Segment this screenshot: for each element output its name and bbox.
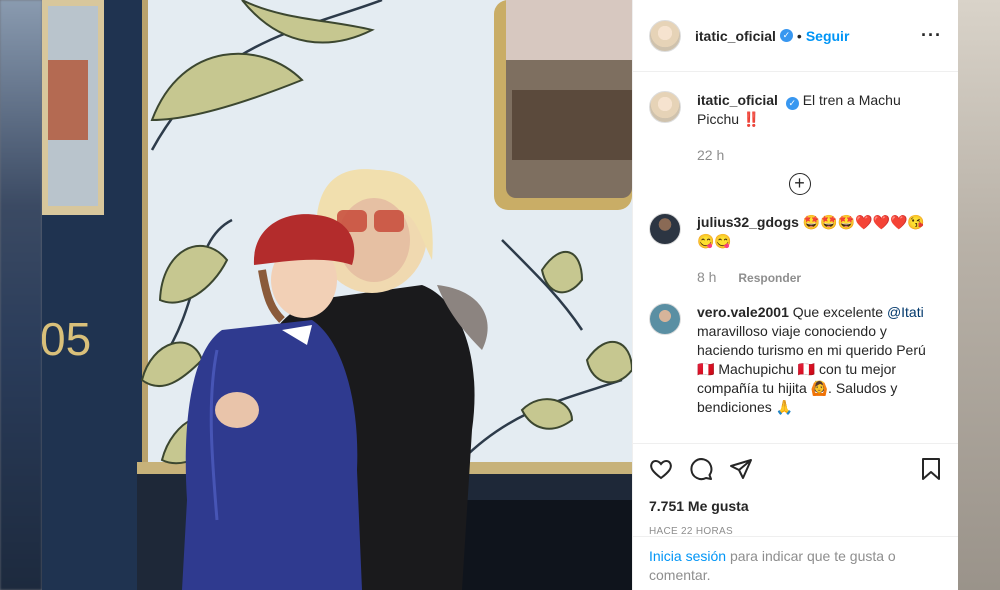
train-number: 05 — [42, 313, 91, 365]
backdrop-left — [0, 0, 42, 590]
comment-item: vero.vale2001 Que excelente @Itati marav… — [649, 303, 942, 417]
post-panel: itatic_oficial ✓ • Seguir ··· itatic_ofi… — [632, 0, 958, 590]
commenter-avatar[interactable] — [649, 303, 681, 335]
verified-badge-icon: ✓ — [779, 29, 793, 42]
caption-text-block: itatic_oficial ✓ El tren a Machu Picchu … — [697, 91, 942, 129]
post-header: itatic_oficial ✓ • Seguir ··· — [633, 0, 958, 72]
comment-item: julius32_gdogs 🤩🤩🤩❤️❤️❤️😘😋😋 8 h Responde… — [649, 213, 942, 285]
caption-author-avatar[interactable] — [649, 91, 681, 123]
share-icon[interactable] — [729, 457, 753, 481]
comment-icon[interactable] — [689, 457, 713, 481]
author-username[interactable]: itatic_oficial — [695, 28, 776, 44]
commenter-username[interactable]: vero.vale2001 — [697, 304, 789, 320]
view-replies[interactable]: + — [657, 173, 942, 195]
login-link[interactable]: Inicia sesión — [649, 548, 726, 564]
verified-badge-icon: ✓ — [785, 97, 799, 110]
backdrop-right — [958, 0, 1000, 590]
login-prompt: Inicia sesión para indicar que te gusta … — [633, 536, 958, 590]
comment-text-block: julius32_gdogs 🤩🤩🤩❤️❤️❤️😘😋😋 — [697, 213, 942, 251]
caption-time: 22 h — [697, 147, 725, 163]
comment-text-rest: maravilloso viaje conociendo y haciendo … — [697, 323, 926, 415]
commenter-username[interactable]: julius32_gdogs — [697, 214, 799, 230]
comments-list[interactable]: itatic_oficial ✓ El tren a Machu Picchu … — [633, 73, 958, 443]
post-actions: 7.751 Me gusta HACE 22 HORAS — [633, 443, 958, 537]
action-icons — [649, 456, 942, 482]
post-photo[interactable]: 05 — [42, 0, 632, 590]
separator-dot: • — [796, 27, 802, 44]
follow-button[interactable]: Seguir — [806, 28, 850, 44]
more-options-icon[interactable]: ··· — [921, 25, 942, 46]
caption-username[interactable]: itatic_oficial — [697, 92, 778, 108]
bookmark-icon[interactable] — [920, 457, 942, 481]
comment-text-start: Que excelente — [792, 304, 884, 320]
reply-button[interactable]: Responder — [738, 271, 801, 285]
commenter-avatar[interactable] — [649, 213, 681, 245]
author-avatar[interactable] — [649, 19, 681, 52]
comment-meta: 8 h Responder — [697, 269, 942, 285]
add-replies-icon[interactable]: + — [788, 173, 811, 195]
caption-comment: itatic_oficial ✓ El tren a Machu Picchu … — [649, 91, 942, 195]
comment-mention[interactable]: @Itati — [887, 304, 924, 320]
heart-icon[interactable] — [649, 457, 673, 481]
comment-time: 8 h — [697, 269, 717, 285]
comment-text-block: vero.vale2001 Que excelente @Itati marav… — [697, 303, 942, 417]
likes-count[interactable]: 7.751 Me gusta — [649, 498, 942, 514]
